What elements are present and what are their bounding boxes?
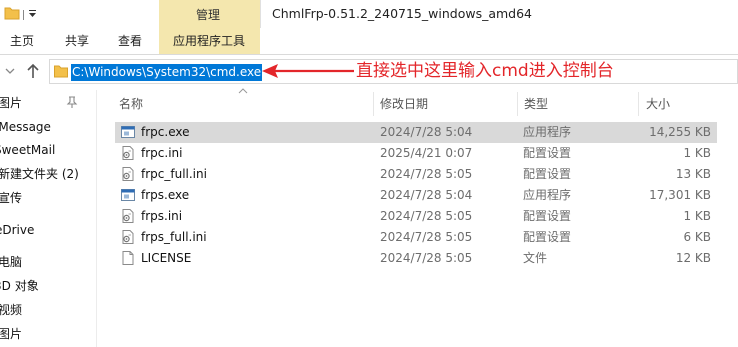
column-header-size[interactable]: 大小	[646, 96, 670, 112]
file-name: frps.ini	[141, 209, 183, 223]
pin-icon[interactable]	[66, 96, 78, 108]
address-input[interactable]: C:\Windows\System32\cmd.exe	[71, 64, 263, 81]
annotation-arrow	[262, 64, 354, 78]
file-type: 应用程序	[523, 188, 572, 202]
ini-icon	[120, 229, 136, 245]
file-type: 配置设置	[523, 209, 572, 223]
column-header-date[interactable]: 修改日期	[380, 96, 428, 112]
file-modified-date: 2025/4/21 0:07	[380, 146, 473, 160]
nav-item-videos[interactable]: 视频	[0, 302, 22, 318]
tab-view[interactable]: 查看	[118, 33, 142, 49]
nav-item-3d-objects[interactable]: 3D 对象	[0, 278, 39, 294]
up-arrow-icon[interactable]	[27, 63, 39, 79]
qat-dropdown-icon[interactable]	[28, 10, 37, 18]
file-modified-date: 2024/7/28 5:05	[380, 167, 473, 181]
file-modified-date: 2024/7/28 5:05	[380, 230, 473, 244]
nav-item-onedrive[interactable]: eDrive	[0, 222, 34, 238]
file-size: 13 KB	[675, 167, 711, 181]
file-row[interactable]: LICENSE 2024/7/28 5:05 文件 12 KB	[115, 248, 717, 269]
tab-home[interactable]: 主页	[10, 33, 34, 49]
folder-icon	[54, 65, 68, 78]
file-row[interactable]: frpc.exe 2024/7/28 5:04 应用程序 14,255 KB	[115, 122, 717, 143]
nav-item-pictures-2[interactable]: 图片	[0, 326, 22, 342]
column-divider[interactable]	[373, 92, 374, 116]
folder-icon	[4, 7, 20, 20]
nav-item-imessage[interactable]: iMessage	[0, 119, 51, 135]
navigation-pane-divider	[96, 90, 97, 347]
nav-item-new-folder-2[interactable]: 新建文件夹 (2)	[0, 166, 79, 182]
file-row[interactable]: frps.ini 2024/7/28 5:05 配置设置 1 KB	[115, 206, 717, 227]
ini-icon	[120, 166, 136, 182]
nav-item-pictures[interactable]: 图片	[0, 95, 22, 111]
file-name: frps_full.ini	[141, 230, 207, 244]
nav-item-promo[interactable]: 宣传	[0, 190, 22, 206]
exe-icon	[120, 187, 136, 203]
window-title: ChmlFrp-0.51.2_240715_windows_amd64	[272, 6, 533, 21]
file-row[interactable]: frps.exe 2024/7/28 5:04 应用程序 17,301 KB	[115, 185, 717, 206]
tab-manage[interactable]: 管理	[196, 7, 220, 23]
file-type: 应用程序	[523, 125, 572, 139]
file-row[interactable]: frpc.ini 2025/4/21 0:07 配置设置 1 KB	[115, 143, 717, 164]
file-size: 14,255 KB	[649, 125, 711, 139]
title-separator	[260, 0, 261, 28]
column-header-type[interactable]: 类型	[524, 96, 548, 112]
file-size: 12 KB	[675, 251, 711, 265]
file-modified-date: 2024/7/28 5:05	[380, 251, 473, 265]
file-type: 文件	[523, 251, 548, 265]
file-size: 6 KB	[683, 230, 711, 244]
file-name: frpc.ini	[141, 146, 183, 160]
annotation-text: 直接选中这里输入cmd进入控制台	[356, 61, 614, 81]
file-size: 1 KB	[683, 146, 711, 160]
ini-icon	[120, 145, 136, 161]
file-size: 17,301 KB	[649, 188, 711, 202]
file-name: LICENSE	[141, 251, 192, 265]
file-type: 配置设置	[523, 146, 572, 160]
file-name: frps.exe	[141, 188, 190, 202]
ini-icon	[120, 208, 136, 224]
tab-share[interactable]: 共享	[65, 33, 89, 49]
exe-icon	[120, 124, 136, 140]
column-header-name[interactable]: 名称	[119, 96, 143, 112]
file-icon	[120, 250, 136, 266]
file-row[interactable]: frpc_full.ini 2024/7/28 5:05 配置设置 13 KB	[115, 164, 717, 185]
file-type: 配置设置	[523, 167, 572, 181]
forward-dropdown-icon[interactable]	[4, 66, 16, 76]
nav-item-this-pc[interactable]: 电脑	[0, 254, 22, 270]
column-divider[interactable]	[517, 92, 518, 116]
sort-ascending-icon	[238, 88, 248, 94]
file-name: frpc.exe	[141, 125, 190, 139]
file-type: 配置设置	[523, 230, 572, 244]
nav-item-sweetmail[interactable]: SweetMail	[0, 142, 55, 158]
tab-app-tools[interactable]: 应用程序工具	[173, 33, 245, 49]
file-modified-date: 2024/7/28 5:04	[380, 125, 473, 139]
ribbon-divider	[0, 54, 738, 55]
file-modified-date: 2024/7/28 5:04	[380, 188, 473, 202]
file-name: frpc_full.ini	[141, 167, 207, 181]
column-divider[interactable]	[638, 92, 639, 116]
qat-separator	[23, 10, 24, 20]
file-row[interactable]: frps_full.ini 2024/7/28 5:05 配置设置 6 KB	[115, 227, 717, 248]
file-size: 1 KB	[683, 209, 711, 223]
file-modified-date: 2024/7/28 5:05	[380, 209, 473, 223]
